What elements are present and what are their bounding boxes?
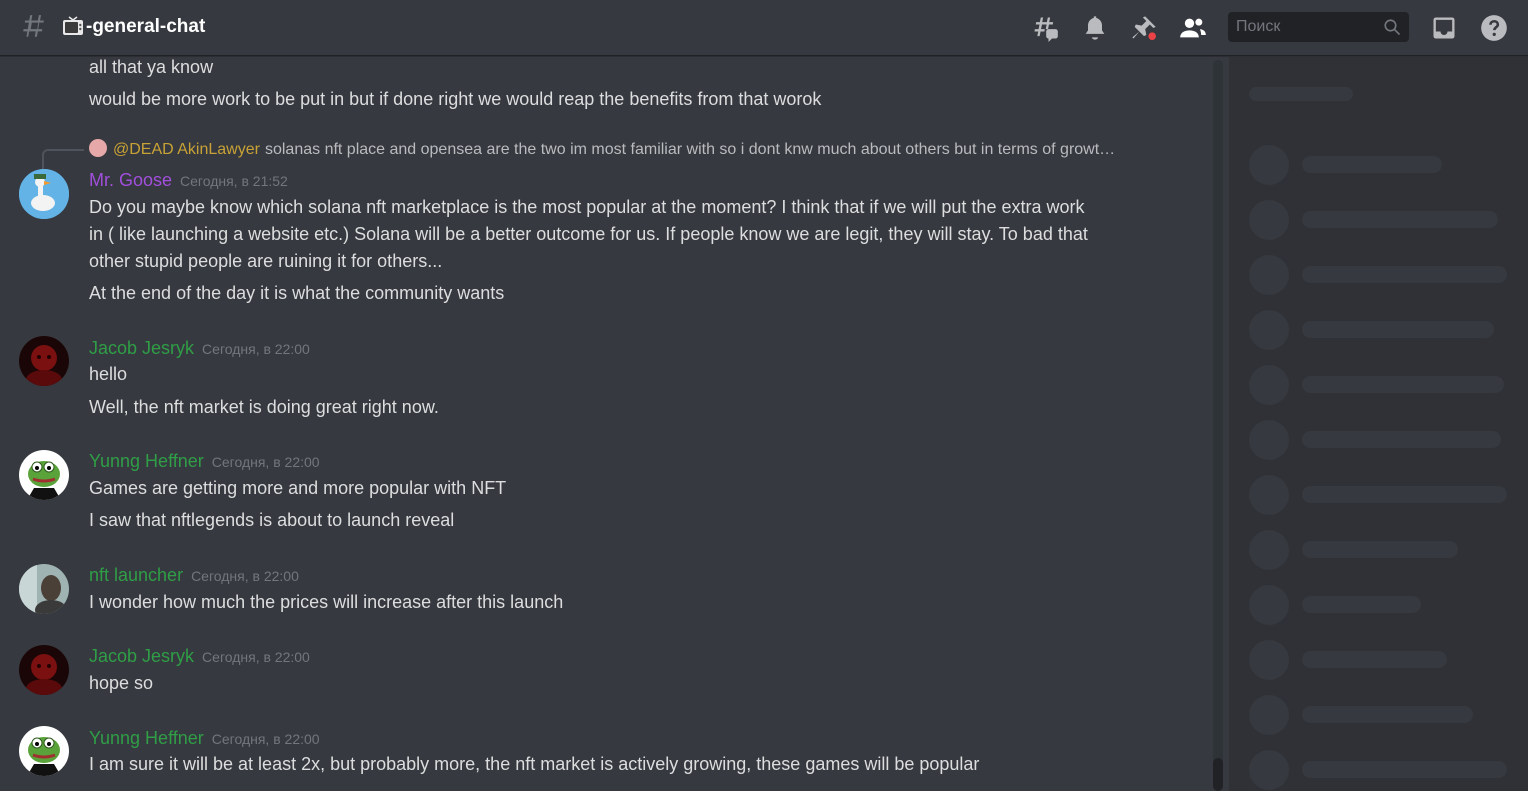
reply-avatar (89, 139, 107, 157)
message-text: would be more work to be put in but if d… (89, 89, 822, 109)
message-header: Yunng Heffner Сегодня, в 22:00 (89, 726, 320, 751)
member-avatar-placeholder (1249, 475, 1289, 515)
avatar[interactable] (19, 645, 69, 695)
inbox-icon[interactable] (1430, 14, 1458, 42)
member-avatar-placeholder (1249, 310, 1289, 350)
avatar[interactable] (19, 336, 69, 386)
bell-icon[interactable] (1081, 14, 1109, 42)
pin-icon[interactable] (1130, 14, 1158, 42)
author-name[interactable]: nft launcher (89, 565, 183, 585)
member-name-placeholder (1302, 321, 1494, 338)
message-text: I wonder how much the prices will increa… (89, 592, 564, 612)
member-avatar-placeholder (1249, 255, 1289, 295)
member-name-placeholder (1302, 706, 1473, 723)
message-text: hope so (89, 673, 154, 693)
message-header: Yunng Heffner Сегодня, в 22:00 (89, 449, 320, 474)
author-name[interactable]: Mr. Goose (89, 170, 172, 190)
message-list[interactable]: all that ya know would be more work to b… (0, 57, 1212, 791)
message-text: Do you maybe know which solana nft marke… (89, 197, 1085, 217)
member-avatar-placeholder (1249, 145, 1289, 185)
message-text: all that ya know (89, 57, 214, 77)
avatar[interactable] (19, 726, 69, 776)
timestamp: Сегодня, в 22:00 (211, 731, 320, 747)
message-text: other stupid people are ruining it for o… (89, 251, 443, 271)
avatar[interactable] (19, 450, 69, 500)
member-avatar-placeholder (1249, 530, 1289, 570)
channel-hash-icon (20, 14, 46, 40)
timestamp: Сегодня, в 22:00 (202, 341, 310, 357)
message-text: At the end of the day it is what the com… (89, 283, 505, 303)
member-name-placeholder (1302, 596, 1421, 613)
member-name-placeholder (1302, 431, 1501, 448)
search-input[interactable] (1228, 12, 1378, 42)
avatar[interactable] (19, 169, 69, 219)
search-icon (1383, 18, 1401, 36)
message-header: nft launcher Сегодня, в 22:00 (89, 563, 299, 588)
message-text: I saw that nftlegends is about to launch… (89, 510, 455, 530)
author-name[interactable]: Jacob Jesryk (89, 338, 194, 358)
timestamp: Сегодня, в 21:52 (180, 173, 288, 189)
author-name[interactable]: Jacob Jesryk (89, 646, 194, 666)
member-list (1229, 57, 1528, 791)
author-name[interactable]: Yunng Heffner (89, 451, 204, 471)
member-name-placeholder (1302, 211, 1498, 228)
member-avatar-placeholder (1249, 640, 1289, 680)
member-name-placeholder (1302, 376, 1504, 393)
timestamp: Сегодня, в 22:00 (211, 454, 320, 470)
channel-header: -general-chat (0, 0, 1528, 56)
message-header: Jacob Jesryk Сегодня, в 22:00 (89, 336, 310, 361)
member-name-placeholder (1302, 486, 1507, 503)
scrollbar-thumb[interactable] (1213, 758, 1223, 791)
member-avatar-placeholder (1249, 420, 1289, 460)
timestamp: Сегодня, в 22:00 (191, 568, 299, 584)
member-avatar-placeholder (1249, 695, 1289, 735)
message-text: in ( like launching a website etc.) Sola… (89, 224, 1088, 244)
scrollbar-track[interactable] (1213, 60, 1223, 791)
message-text: hello (89, 364, 128, 384)
message-header: Mr. Goose Сегодня, в 21:52 (89, 168, 288, 193)
avatar[interactable] (19, 564, 69, 614)
message-text: I am sure it will be at least 2x, but pr… (89, 754, 980, 774)
member-avatar-placeholder (1249, 200, 1289, 240)
author-name[interactable]: Yunng Heffner (89, 728, 204, 748)
tv-emoji-icon (62, 16, 84, 36)
member-name-placeholder (1302, 651, 1447, 668)
member-name-placeholder (1302, 761, 1507, 778)
reply-preview[interactable]: @DEAD AkinLawyer solanas nft place and op… (89, 139, 1115, 161)
member-avatar-placeholder (1249, 585, 1289, 625)
reply-text: solanas nft place and opensea are the tw… (264, 141, 1116, 158)
help-icon[interactable] (1480, 14, 1508, 42)
search-bar[interactable] (1228, 12, 1409, 42)
channel-title: -general-chat (86, 16, 206, 37)
member-name-placeholder (1302, 541, 1458, 558)
member-avatar-placeholder (1249, 365, 1289, 405)
message-header: Jacob Jesryk Сегодня, в 22:00 (89, 644, 310, 669)
threads-icon[interactable] (1031, 14, 1059, 42)
reply-spine (42, 149, 84, 169)
reply-mention[interactable]: @DEAD AkinLawyer (113, 141, 260, 158)
timestamp: Сегодня, в 22:00 (202, 649, 310, 665)
message-text: Games are getting more and more popular … (89, 478, 507, 498)
member-category-placeholder (1249, 87, 1353, 101)
member-avatar-placeholder (1249, 750, 1289, 790)
message-text: Well, the nft market is doing great righ… (89, 397, 439, 417)
member-name-placeholder (1302, 266, 1507, 283)
members-icon[interactable] (1179, 14, 1207, 42)
member-name-placeholder (1302, 156, 1442, 173)
